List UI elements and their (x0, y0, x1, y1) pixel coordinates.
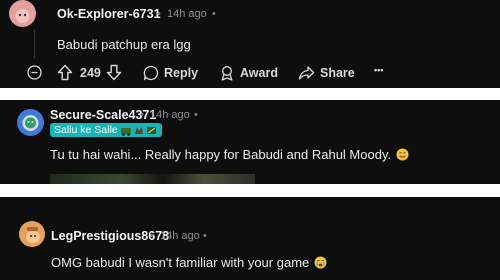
flair-text: Sallu ke Salle (54, 124, 118, 136)
avatar[interactable] (17, 109, 44, 136)
user-flair: Sallu ke Salle (50, 123, 162, 137)
more-icon: ••• (374, 65, 384, 75)
reply-label: Reply (164, 66, 199, 80)
thread-line[interactable] (34, 30, 35, 58)
separator-dot: • (140, 109, 144, 121)
downvote-icon (106, 64, 122, 81)
reply-button[interactable]: Reply (143, 65, 198, 81)
separator-band (0, 88, 500, 100)
avatar[interactable] (9, 0, 36, 27)
upvote-button[interactable] (57, 64, 73, 81)
timestamp[interactable]: 14h ago (160, 230, 200, 242)
comment-body: Tu tu hai wahi... Really happy for Babud… (50, 147, 409, 162)
share-icon (298, 66, 315, 80)
downvote-button[interactable] (106, 64, 122, 81)
more-button[interactable]: ••• (374, 65, 383, 75)
upvote-icon (57, 64, 73, 81)
collapse-button[interactable] (27, 65, 42, 80)
smile-emoji (396, 148, 409, 161)
avatar[interactable] (19, 221, 45, 247)
menu-dot: • (194, 109, 198, 121)
embedded-image-preview[interactable] (50, 174, 255, 184)
award-label: Award (240, 66, 278, 80)
comment-body: OMG babudi I wasn't familiar with your g… (51, 255, 327, 270)
timestamp[interactable]: 14h ago (150, 109, 190, 121)
share-label: Share (320, 66, 355, 80)
timestamp[interactable]: 14h ago (167, 8, 207, 20)
comment-3: LegPrestigious8678 • 14h ago • OMG babud… (0, 197, 500, 280)
comment-2: Secure-Scale4371 • 14h ago • Sallu ke Sa… (0, 100, 500, 184)
comment-icon (143, 65, 159, 81)
flair-emoji-icon (120, 126, 156, 136)
username[interactable]: Ok-Explorer-6731 (57, 7, 161, 21)
share-button[interactable]: Share (298, 65, 355, 81)
separator-dot: • (157, 8, 161, 20)
collapse-icon (27, 65, 42, 80)
crying-emoji (314, 256, 327, 269)
menu-dot: • (212, 8, 216, 20)
separator-band (0, 184, 500, 197)
menu-dot: • (203, 230, 207, 242)
separator-dot: • (150, 230, 154, 242)
comment-body: Babudi patchup era lgg (57, 37, 191, 52)
vote-count: 249 (80, 66, 101, 80)
award-icon (221, 66, 233, 81)
comment-1: Ok-Explorer-6731 • 14h ago • Babudi patc… (0, 0, 500, 88)
award-button[interactable]: Award (219, 65, 278, 81)
